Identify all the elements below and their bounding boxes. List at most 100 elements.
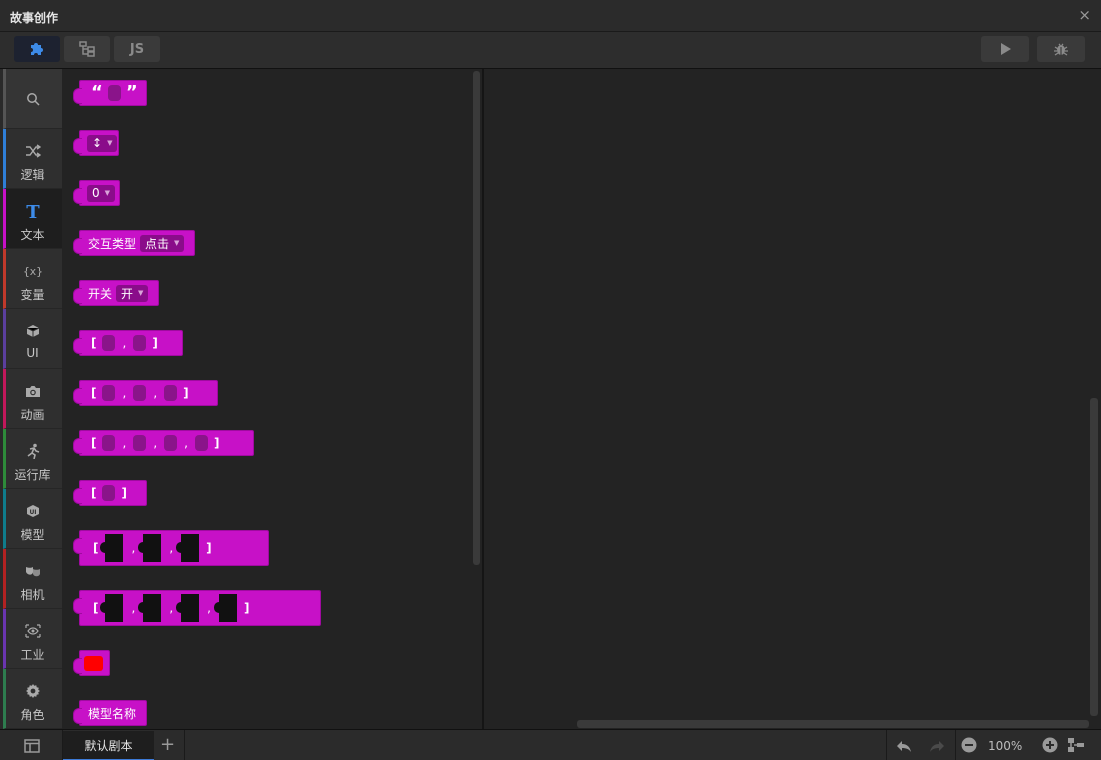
category-label: 逻辑 [20, 168, 45, 182]
redo-button[interactable] [928, 738, 946, 757]
interaction-type-dropdown[interactable]: 点击 ▼ [140, 234, 185, 252]
category-logic[interactable]: 逻辑 [3, 129, 62, 189]
debug-button[interactable] [1037, 36, 1085, 62]
bracket-open: [ [91, 336, 97, 350]
color-block[interactable] [73, 650, 110, 676]
close-icon[interactable]: × [1078, 7, 1091, 23]
workspace-horizontal-scrollbar[interactable] [577, 720, 1089, 728]
minimap-icon [1068, 738, 1084, 752]
category-industry[interactable]: 工业 [3, 609, 62, 669]
text-icon: T [26, 202, 40, 220]
list-slot[interactable] [102, 385, 116, 401]
runner-icon [27, 443, 39, 459]
number-block[interactable]: 0 ▼ [73, 180, 120, 206]
redo-icon [930, 741, 944, 752]
category-label: 运行库 [14, 468, 51, 482]
category-text[interactable]: T 文本 [3, 189, 62, 249]
category-character[interactable]: 角色 [3, 669, 62, 729]
bracket-open: [ [91, 486, 97, 500]
comma: , [184, 436, 188, 450]
color-swatch[interactable] [84, 655, 103, 671]
list-3-block[interactable]: [ , , ] [73, 380, 218, 406]
statement-slot[interactable] [176, 534, 200, 562]
comma: , [169, 541, 174, 555]
category-variable[interactable]: {x} 变量 [3, 249, 62, 309]
category-label: 工业 [20, 648, 45, 662]
statement-slot[interactable] [176, 594, 200, 622]
category-model[interactable]: UI 模型 [3, 489, 62, 549]
number-dropdown-value: 0 [92, 186, 100, 200]
category-sidebar: 逻辑 T 文本 {x} 变量 UI 动画 运行库 UI 模型 相机 工业 角色 [0, 69, 62, 729]
statement-slot[interactable] [138, 534, 162, 562]
cube-icon [26, 325, 39, 337]
tab-structure[interactable] [64, 36, 110, 62]
layout-button[interactable] [24, 738, 40, 757]
workspace-vertical-scrollbar[interactable] [1090, 398, 1098, 716]
statement-slot[interactable] [138, 594, 162, 622]
bracket-open: [ [93, 541, 99, 555]
list-slot[interactable] [133, 385, 147, 401]
statement-slot[interactable] [100, 594, 124, 622]
list-4-block[interactable]: [ , , , ] [73, 430, 254, 456]
category-camera[interactable]: 相机 [3, 549, 62, 609]
caret-icon: ▼ [138, 289, 144, 297]
comma: , [207, 601, 211, 615]
model-name-label: 模型名称 [88, 706, 137, 721]
interaction-type-label: 交互类型 [88, 236, 137, 251]
arrow-dropdown[interactable]: ↕ ▼ [87, 134, 118, 152]
list-slot[interactable] [102, 485, 116, 501]
statement-list-4-block[interactable]: [ , , , ] [73, 590, 321, 626]
text-block[interactable]: “ ” [73, 80, 147, 106]
eye-icon [24, 624, 41, 638]
switch-block[interactable]: 开关 开 ▼ [73, 280, 159, 306]
list-1-block[interactable]: [ ] [73, 480, 147, 506]
model-icon: UI [26, 505, 39, 517]
statement-slot[interactable] [100, 534, 124, 562]
undo-button[interactable] [895, 738, 913, 757]
tab-javascript-label: JS [129, 41, 145, 57]
category-animation[interactable]: 动画 [3, 369, 62, 429]
add-script-icon[interactable]: + [160, 734, 175, 755]
arrow-dropdown-block[interactable]: ↕ ▼ [73, 130, 119, 156]
list-slot[interactable] [102, 335, 116, 351]
separator [955, 730, 956, 760]
model-name-block[interactable]: 模型名称 [73, 700, 147, 726]
caret-icon: ▼ [107, 139, 113, 147]
switch-dropdown[interactable]: 开 ▼ [116, 284, 149, 302]
quote-open: “ [91, 82, 103, 103]
bracket-close: ] [152, 336, 158, 350]
category-search[interactable] [3, 69, 62, 129]
category-label: 动画 [20, 408, 45, 422]
list-2-block[interactable]: [ , ] [73, 330, 183, 356]
bracket-close: ] [213, 436, 220, 450]
script-tab-default[interactable]: 默认剧本 [63, 731, 154, 760]
flyout-scrollbar[interactable] [473, 71, 480, 565]
list-slot[interactable] [133, 335, 147, 351]
interaction-type-block[interactable]: 交互类型 点击 ▼ [73, 230, 195, 256]
bracket-open: [ [91, 386, 97, 400]
caret-icon: ▼ [174, 239, 180, 247]
comma: , [153, 386, 158, 400]
minimap-button[interactable] [1067, 737, 1085, 757]
statement-slot[interactable] [213, 594, 237, 622]
tab-javascript[interactable]: JS [114, 36, 160, 62]
zoom-out-button[interactable] [961, 737, 977, 757]
number-dropdown[interactable]: 0 ▼ [87, 184, 116, 202]
svg-text:{x}: {x} [24, 265, 42, 278]
list-slot[interactable] [102, 435, 116, 451]
shuffle-icon [25, 144, 41, 158]
switch-label: 开关 [88, 286, 113, 301]
run-button[interactable] [981, 36, 1029, 62]
text-slot[interactable] [107, 85, 121, 101]
svg-text:T: T [26, 202, 40, 220]
category-ui[interactable]: UI [3, 309, 62, 369]
tab-blocks[interactable] [14, 36, 60, 62]
category-runtime[interactable]: 运行库 [3, 429, 62, 489]
list-slot[interactable] [164, 385, 178, 401]
zoom-in-button[interactable] [1042, 737, 1058, 757]
workspace-canvas[interactable] [484, 69, 1101, 729]
statement-list-3-block[interactable]: [ , , ] [73, 530, 269, 566]
list-slot[interactable] [133, 435, 147, 451]
list-slot[interactable] [194, 435, 208, 451]
list-slot[interactable] [164, 435, 178, 451]
